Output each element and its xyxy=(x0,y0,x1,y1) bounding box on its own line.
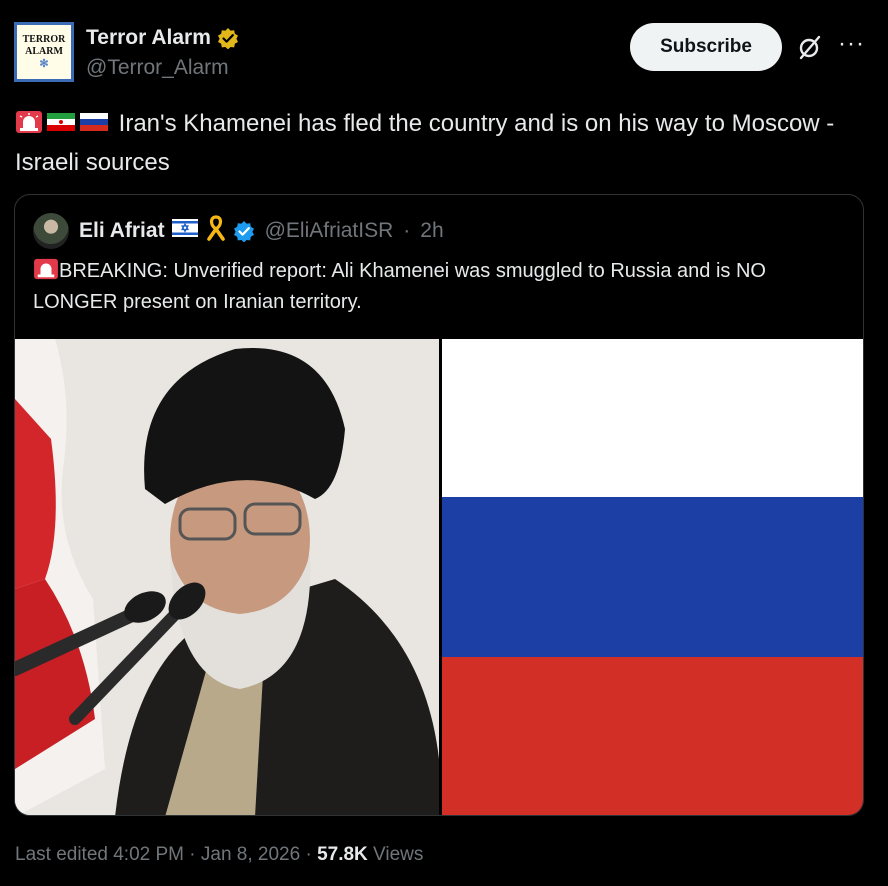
iran-flag-emoji xyxy=(46,109,76,145)
verified-gold-badge-icon[interactable] xyxy=(217,27,239,49)
israel-flag-emoji xyxy=(171,217,199,245)
quote-header: Eli Afriat @EliAfriatISR · 2h xyxy=(33,213,444,249)
views-label: Views xyxy=(367,844,424,865)
tweet-meta: Last edited 4:02 PM · Jan 8, 2026 · 57.8… xyxy=(15,844,423,866)
khamenei-photo[interactable] xyxy=(15,339,439,815)
author-handle[interactable]: @Terror_Alarm xyxy=(86,56,229,80)
quote-time[interactable]: 2h xyxy=(420,219,443,243)
quote-separator: · xyxy=(403,219,411,242)
tweet-text: Iran's Khamenei has fled the country and… xyxy=(15,110,835,176)
snowflake-icon: ✻ xyxy=(39,58,49,70)
yellow-ribbon-emoji xyxy=(205,215,227,247)
avatar-text-line2: ALARM xyxy=(25,46,63,57)
flag-blue-stripe xyxy=(442,497,863,657)
flag-white-stripe xyxy=(442,339,863,497)
subscribe-button[interactable]: Subscribe xyxy=(630,23,782,71)
quote-text: BREAKING: Unverified report: Ali Khamene… xyxy=(33,260,766,313)
tweet-text-block: Iran's Khamenei has fled the country and… xyxy=(15,106,855,181)
police-light-emoji xyxy=(33,258,59,288)
quoted-tweet-card[interactable]: Eli Afriat @EliAfriatISR · 2h BREAKING: … xyxy=(14,194,864,816)
author-name-row: Terror Alarm xyxy=(86,26,239,50)
grok-slash-icon[interactable] xyxy=(796,33,824,66)
author-display-name[interactable]: Terror Alarm xyxy=(86,26,211,50)
views-count: 57.8K xyxy=(317,844,368,865)
quote-avatar[interactable] xyxy=(33,213,69,249)
russia-flag-emoji xyxy=(79,109,109,145)
verified-badge-icon[interactable] xyxy=(233,220,255,242)
police-light-emoji xyxy=(15,109,43,145)
author-avatar[interactable]: TERROR ALARM ✻ xyxy=(14,22,74,82)
flag-red-stripe xyxy=(442,657,863,815)
quote-handle[interactable]: @EliAfriatISR xyxy=(265,219,394,243)
more-icon[interactable]: ··· xyxy=(838,30,865,58)
avatar-text-line1: TERROR xyxy=(22,34,66,45)
quote-text-block: BREAKING: Unverified report: Ali Khamene… xyxy=(33,257,853,316)
russia-flag-image[interactable] xyxy=(442,339,863,815)
quote-display-name[interactable]: Eli Afriat xyxy=(79,219,165,243)
edited-timestamp[interactable]: Last edited 4:02 PM · Jan 8, 2026 · xyxy=(15,844,317,865)
